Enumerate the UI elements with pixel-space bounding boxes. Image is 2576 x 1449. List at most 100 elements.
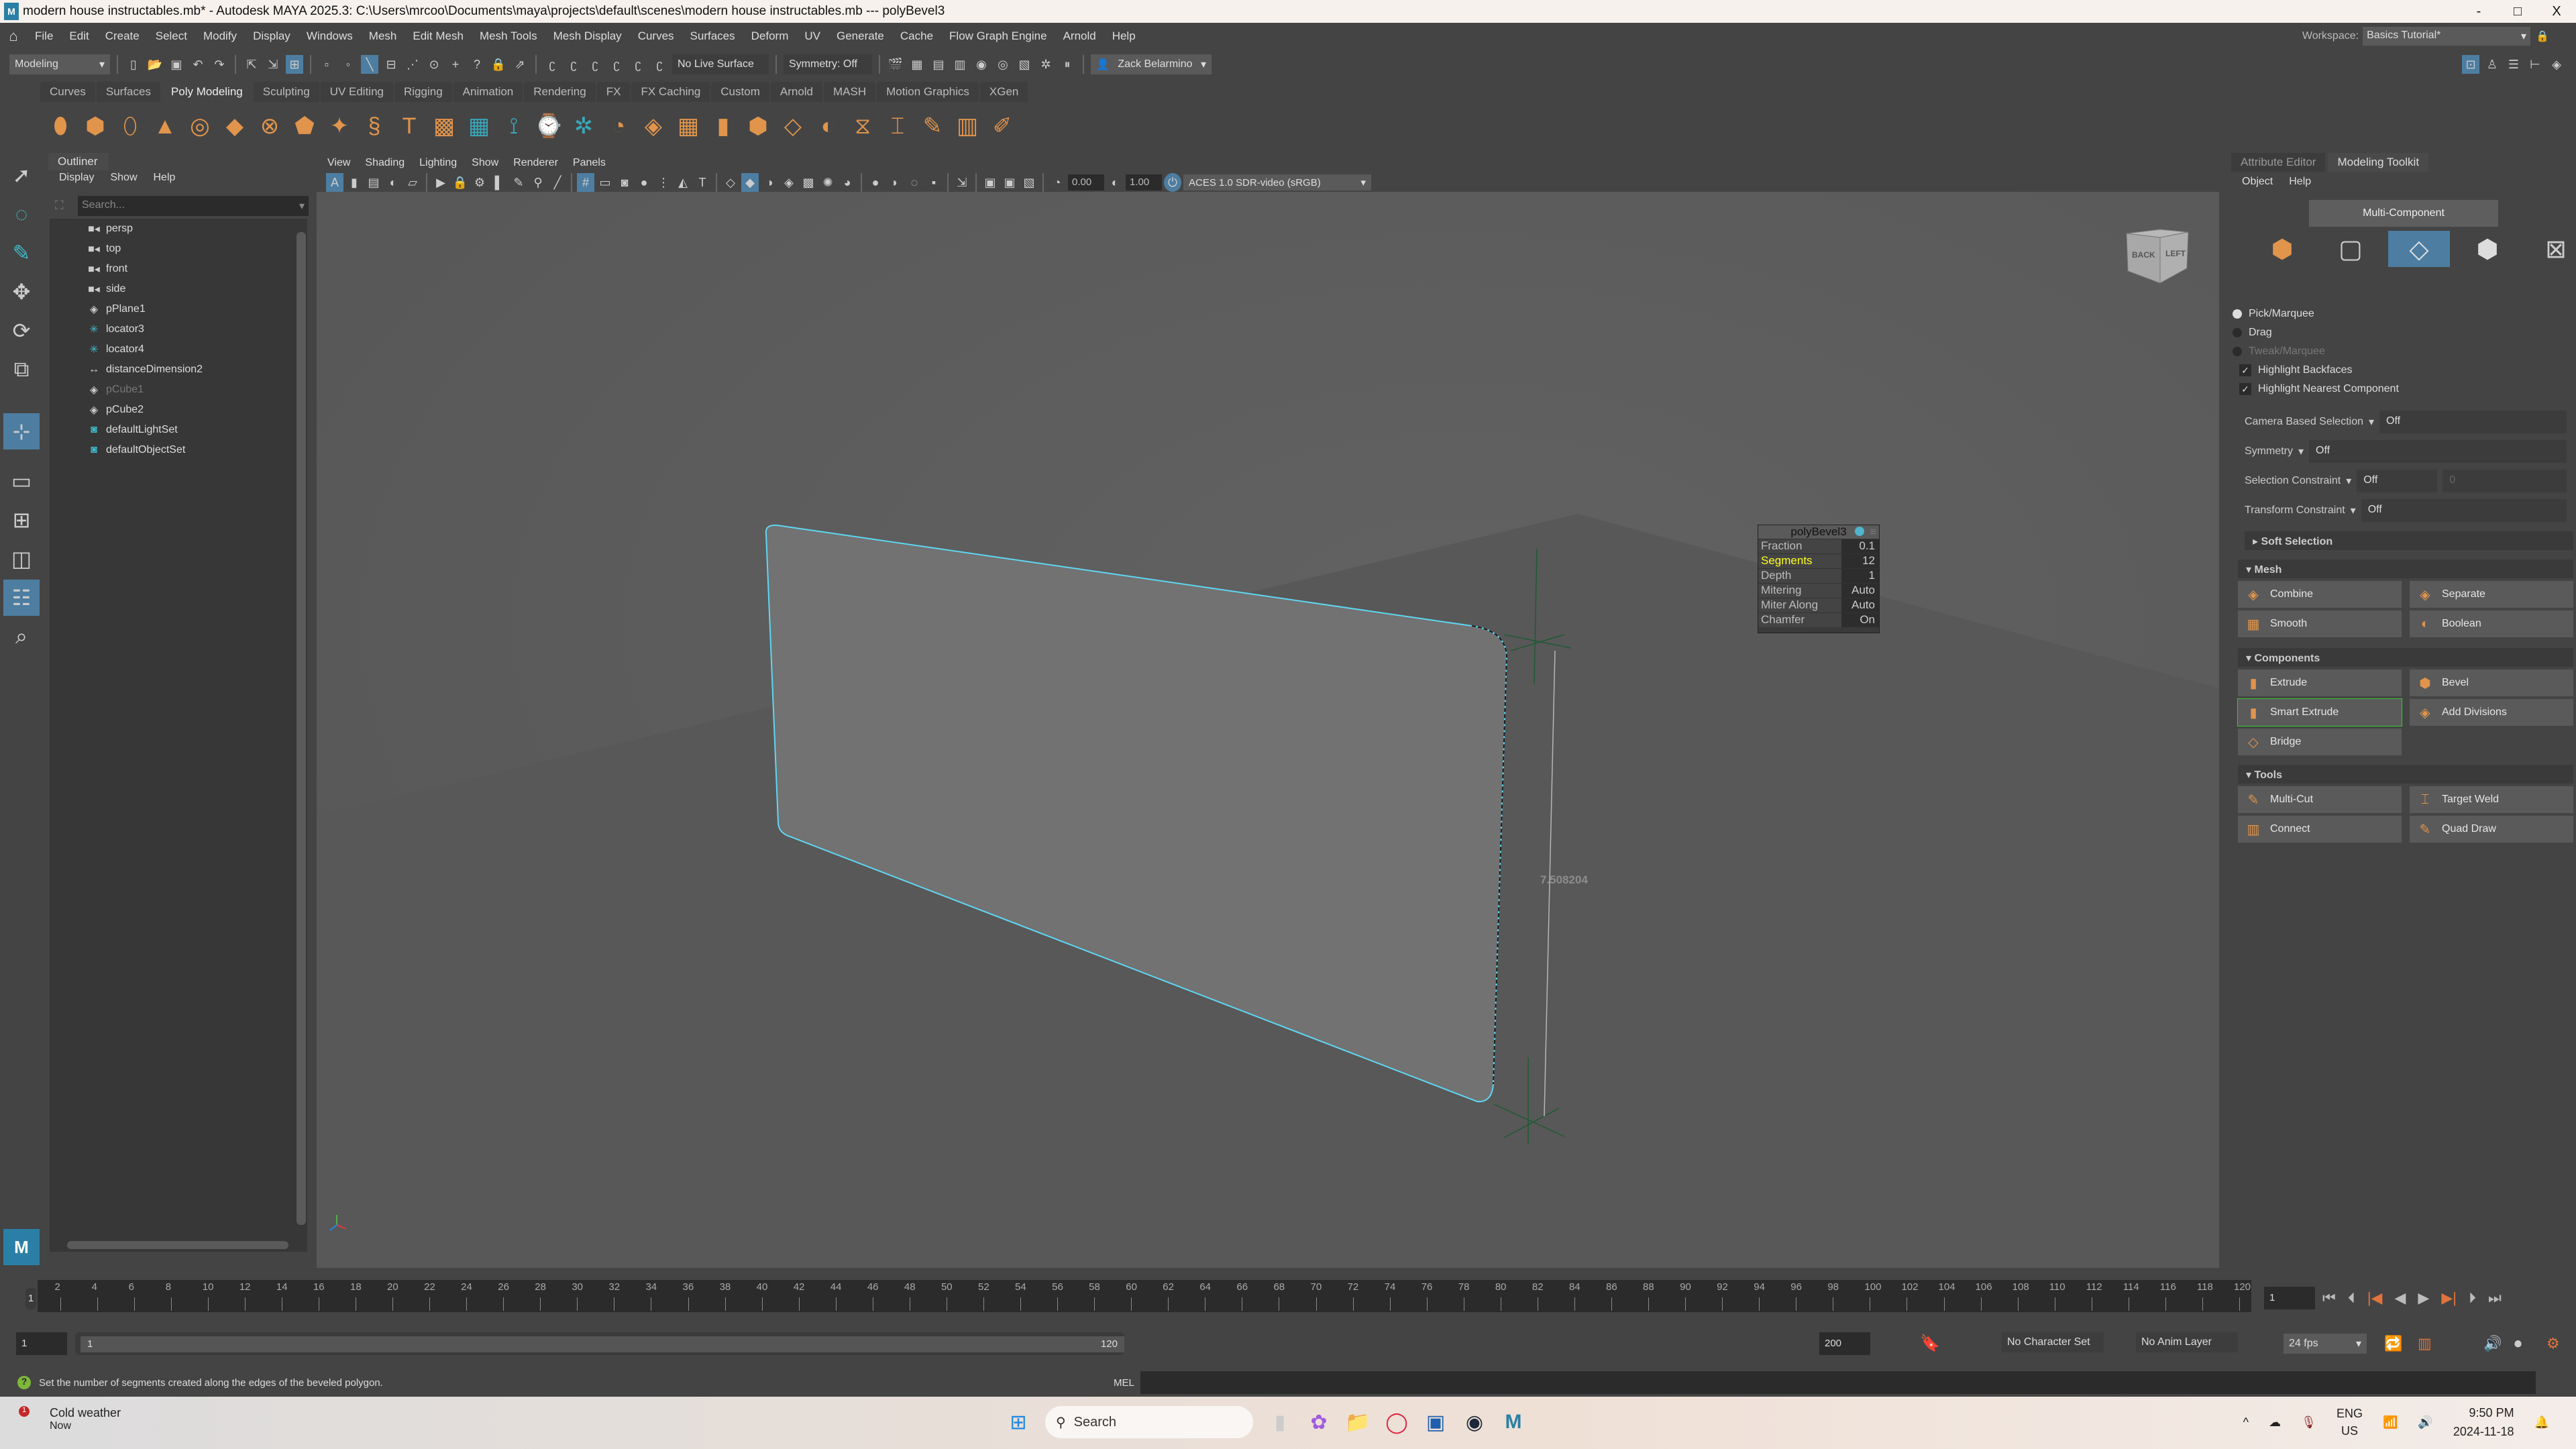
- shadows-icon[interactable]: ◕: [839, 173, 856, 192]
- wireframe-on-shaded-icon[interactable]: ◈: [780, 173, 798, 192]
- outliner-item-locator3[interactable]: ✳ locator3: [50, 319, 307, 339]
- menu-cache[interactable]: Cache: [892, 30, 941, 43]
- animation-preferences-icon[interactable]: ⚙: [2546, 1335, 2560, 1352]
- xray-components-icon[interactable]: ▧: [1020, 173, 1038, 192]
- shelf-tab-surfaces[interactable]: Surfaces: [96, 82, 160, 102]
- outliner-item-distancedimension2[interactable]: ↔ distanceDimension2: [50, 360, 307, 380]
- render-settings-icon[interactable]: 🎬: [887, 55, 904, 74]
- help-query-icon[interactable]: ?: [468, 55, 486, 74]
- lasso-snap-4-icon[interactable]: ʗ: [608, 55, 625, 74]
- rotate-tool-icon[interactable]: ⟳: [3, 313, 40, 349]
- checkbox-highlight-backfaces[interactable]: ✓ Highlight Backfaces: [2233, 361, 2399, 380]
- safe-title-icon[interactable]: T: [694, 173, 711, 192]
- current-frame-field[interactable]: 1: [2264, 1287, 2315, 1309]
- gamma-icon[interactable]: ◐: [1106, 173, 1124, 192]
- mirror-icon[interactable]: ⟟: [500, 110, 527, 142]
- poly-plane-icon[interactable]: ◆: [221, 110, 248, 142]
- maximize-button[interactable]: □: [2498, 0, 2537, 23]
- field-chart-icon[interactable]: ⋮: [655, 173, 672, 192]
- lock-icon[interactable]: 🔒: [2536, 30, 2549, 43]
- select-component-icon[interactable]: ⊞: [286, 55, 303, 74]
- maya-taskbar-icon[interactable]: M: [1501, 1409, 1525, 1436]
- open-scene-icon[interactable]: 📂: [146, 55, 164, 74]
- hud-row-fraction[interactable]: Fraction 0.1: [1758, 539, 1879, 553]
- pivot-icon[interactable]: +: [447, 55, 464, 74]
- outliner-menu-display[interactable]: Display: [59, 172, 94, 184]
- time-slider-track[interactable]: 2 4 6 8 10 12 14 16 18 20 22 24 26 28 30 32 34 36 38 40 42 44…: [38, 1280, 2251, 1312]
- file-explorer-icon[interactable]: 📁: [1345, 1409, 1370, 1436]
- anti-aliasing-icon[interactable]: ◌: [906, 173, 923, 192]
- hud-value[interactable]: On: [1841, 613, 1879, 627]
- menu-windows[interactable]: Windows: [299, 30, 361, 43]
- viewport-3d[interactable]: [317, 192, 2219, 1268]
- step-back-key-icon[interactable]: ⏴: [2348, 1289, 2355, 1307]
- task-view-icon[interactable]: ▮: [1268, 1409, 1292, 1436]
- target-weld-button[interactable]: ⌶ Target Weld: [2410, 786, 2573, 813]
- multi-cut-icon[interactable]: ✎: [919, 110, 946, 142]
- menu-arnold[interactable]: Arnold: [1055, 30, 1104, 43]
- menu-create[interactable]: Create: [97, 30, 148, 43]
- type-icon[interactable]: T: [396, 110, 423, 142]
- chevron-down-icon[interactable]: ▾: [2369, 415, 2374, 429]
- xray-joints-icon[interactable]: ▣: [1001, 173, 1018, 192]
- menu-edit-mesh[interactable]: Edit Mesh: [405, 30, 472, 43]
- outliner-layout-icon[interactable]: ☷: [3, 580, 40, 616]
- snap-grid-icon[interactable]: ▫: [318, 55, 335, 74]
- select-pick-icon[interactable]: ⇗: [511, 55, 529, 74]
- tab-modeling-toolkit[interactable]: Modeling Toolkit: [2328, 153, 2429, 172]
- modeling-toolkit-toggle-icon[interactable]: ⊡: [2462, 55, 2479, 74]
- hud-value[interactable]: Auto: [1841, 584, 1879, 598]
- search-icon[interactable]: ⌕: [3, 619, 40, 655]
- new-scene-icon[interactable]: ▯: [125, 55, 142, 74]
- character-controls-icon[interactable]: ♙: [2483, 55, 2501, 74]
- snap-curve-icon[interactable]: ◦: [339, 55, 357, 74]
- menu-file[interactable]: File: [27, 30, 61, 43]
- shelf-tab-sculpting[interactable]: Sculpting: [253, 82, 319, 102]
- outliner-item-defaultobjectset[interactable]: ◙ defaultObjectSet: [50, 440, 307, 460]
- move-tool-icon[interactable]: ✥: [3, 274, 40, 310]
- save-scene-icon[interactable]: ▣: [168, 55, 185, 74]
- shelf-tab-fx[interactable]: FX: [596, 82, 631, 102]
- menu-select[interactable]: Select: [148, 30, 195, 43]
- outliner-horizontal-scrollbar[interactable]: [67, 1241, 288, 1249]
- bookmarks-icon[interactable]: ▤: [365, 173, 382, 192]
- textured-icon[interactable]: ▩: [800, 173, 817, 192]
- redo-icon[interactable]: ↷: [211, 55, 228, 74]
- platonic-solid-icon[interactable]: ⬟: [291, 110, 318, 142]
- hud-row-segments[interactable]: Segments 12: [1758, 553, 1879, 568]
- hud-row-mitering[interactable]: Mitering Auto: [1758, 583, 1879, 598]
- transform-constraint-field[interactable]: Transform Constraint ▾ Off: [2245, 499, 2567, 522]
- boolean-button[interactable]: ◐ Boolean: [2410, 610, 2573, 637]
- command-input[interactable]: [1140, 1371, 2536, 1394]
- shelf-tab-fx-caching[interactable]: FX Caching: [631, 82, 710, 102]
- grid-icon[interactable]: #: [577, 173, 594, 192]
- poly-cone-icon[interactable]: ▲: [152, 110, 178, 142]
- checkbox-highlight-nearest[interactable]: ✓ Highlight Nearest Component: [2233, 380, 2399, 398]
- fps-dropdown[interactable]: 24 fps ▾: [2284, 1334, 2367, 1354]
- language-indicator[interactable]: ENG US: [2337, 1405, 2363, 1440]
- chevron-down-icon[interactable]: ▾: [2298, 445, 2304, 458]
- 2d-pan-zoom-icon[interactable]: ▱: [404, 173, 421, 192]
- section-mesh[interactable]: ▾ Mesh: [2238, 559, 2573, 578]
- section-components[interactable]: ▾ Components: [2238, 648, 2573, 667]
- viewport-menu-shading[interactable]: Shading: [365, 157, 405, 169]
- snap-point-icon[interactable]: ╲: [361, 55, 378, 74]
- screen-space-ao-icon[interactable]: ●: [867, 173, 884, 192]
- outliner-item-front[interactable]: ■◂ front: [50, 259, 307, 279]
- loop-icon[interactable]: 🔁: [2384, 1335, 2402, 1352]
- menu-deform[interactable]: Deform: [743, 30, 797, 43]
- outliner-item-persp[interactable]: ■◂ persp: [50, 219, 307, 239]
- add-divisions-button[interactable]: ◈ Add Divisions: [2410, 699, 2573, 726]
- shelf-tab-custom[interactable]: Custom: [711, 82, 769, 102]
- select-hierarchy-icon[interactable]: ⇱: [243, 55, 260, 74]
- step-forward-key-icon[interactable]: ⏵: [2469, 1289, 2476, 1307]
- isolate-select-icon[interactable]: ⇲: [953, 173, 971, 192]
- minimize-button[interactable]: -: [2459, 0, 2498, 23]
- face-mode-icon[interactable]: ⬢: [2457, 231, 2518, 267]
- taskbar-search[interactable]: ⚲ Search: [1045, 1406, 1253, 1438]
- tab-attribute-editor[interactable]: Attribute Editor: [2231, 153, 2326, 172]
- outliner-menu-help[interactable]: Help: [154, 172, 176, 184]
- symmetry-field[interactable]: Symmetry: Off: [784, 54, 872, 74]
- use-all-lights-icon[interactable]: ✺: [819, 173, 837, 192]
- radio-tweak-marquee[interactable]: Tweak/Marquee: [2233, 342, 2399, 361]
